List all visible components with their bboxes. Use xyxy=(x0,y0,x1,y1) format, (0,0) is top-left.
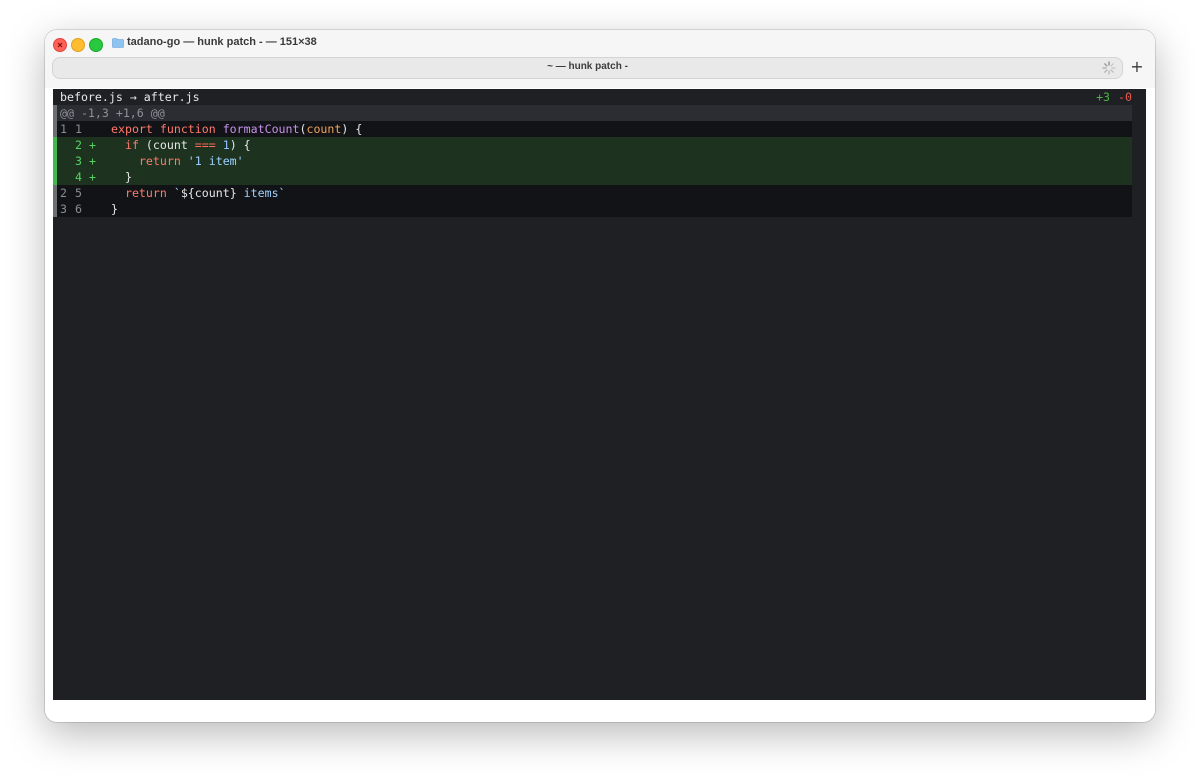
code-token: ${count} xyxy=(180,186,237,200)
code-token: 1 xyxy=(222,138,230,152)
old-line-number: 3 xyxy=(60,202,67,216)
zoom-button[interactable] xyxy=(89,38,103,52)
old-line-number: 1 xyxy=(60,122,67,136)
add-marker: + xyxy=(89,138,96,152)
title-bar: tadano-go — hunk patch - — 151×38 ~ — hu… xyxy=(45,30,1155,88)
before-file-name: before.js xyxy=(60,90,123,104)
new-line-number: 2 xyxy=(75,138,82,152)
add-marker: + xyxy=(89,170,96,184)
diff-line-context: 3 6} xyxy=(53,201,1132,217)
code-token: export xyxy=(111,122,153,136)
diff-line-context: 25 return `${count} items` xyxy=(53,185,1132,201)
code-token: === xyxy=(194,138,216,152)
code-token: count xyxy=(306,122,342,136)
code-token: if xyxy=(124,138,139,152)
window-title: tadano-go — hunk patch - — 151×38 xyxy=(127,36,317,48)
diff-line-context: 1 1 export function formatCount(count) { xyxy=(53,121,1132,137)
line-gutter xyxy=(53,153,57,169)
code-token: ) { xyxy=(341,122,363,136)
code-token: '1 item' xyxy=(187,154,244,168)
code-token: return xyxy=(124,186,167,200)
diff-line-added: 3 + return '1 item' xyxy=(53,153,1132,169)
arrow-icon: → xyxy=(129,90,137,104)
minimize-button[interactable] xyxy=(71,38,85,52)
file-names: before.js → after.js xyxy=(60,89,200,105)
new-line-number: 5 xyxy=(75,186,82,200)
line-gutter xyxy=(53,169,57,185)
code-token: ) { xyxy=(229,138,251,152)
close-icon xyxy=(57,42,63,48)
line-gutter xyxy=(53,185,57,201)
diff-line-added: 2 + if (count === 1) { xyxy=(53,137,1132,153)
diff-line-added: 4 + } xyxy=(53,169,1132,185)
code-token: ` xyxy=(173,186,181,200)
line-gutter xyxy=(53,121,57,137)
code-token: items` xyxy=(236,186,286,200)
deletions-count: -0 xyxy=(1118,90,1132,104)
line-gutter xyxy=(53,137,57,153)
new-line-number: 6 xyxy=(75,202,82,216)
additions-count: +3 xyxy=(1096,90,1111,104)
old-line-number: 2 xyxy=(60,186,67,200)
code-text: return '1 item' xyxy=(111,153,244,169)
close-button[interactable] xyxy=(53,38,67,52)
add-marker: + xyxy=(89,154,96,168)
hunk-gutter xyxy=(53,105,57,121)
code-token: } xyxy=(111,202,118,216)
code-token: formatCount xyxy=(222,122,300,136)
code-token: function xyxy=(159,122,216,136)
tab-hunk-patch[interactable]: ~ — hunk patch - xyxy=(52,57,1123,79)
hunk-header-text: @@ -1,3 +1,6 @@ xyxy=(60,106,165,120)
terminal-window: tadano-go — hunk patch - — 151×38 ~ — hu… xyxy=(45,30,1155,722)
code-token: return xyxy=(138,154,181,168)
after-file-name: after.js xyxy=(143,90,200,104)
folder-icon xyxy=(112,38,124,48)
new-tab-button[interactable]: + xyxy=(1129,59,1145,77)
line-gutter xyxy=(53,201,57,217)
code-text: if (count === 1) { xyxy=(111,137,251,153)
new-line-number: 1 xyxy=(75,122,82,136)
diff-stats: +3 -0 xyxy=(1096,89,1132,105)
code-text: return `${count} items` xyxy=(111,185,286,201)
diff-file-header: before.js → after.js +3 -0 xyxy=(53,89,1132,105)
tab-label: ~ — hunk patch - xyxy=(547,61,628,72)
new-line-number: 4 xyxy=(75,170,82,184)
code-text: } xyxy=(111,169,132,185)
new-line-number: 3 xyxy=(75,154,82,168)
code-token: } xyxy=(111,170,132,184)
code-token: (count xyxy=(138,138,195,152)
code-text: } xyxy=(111,201,118,217)
spinner-icon xyxy=(1102,61,1116,75)
hunk-header: @@ -1,3 +1,6 @@ xyxy=(53,105,1132,121)
code-text: export function formatCount(count) { xyxy=(111,121,362,137)
terminal-content[interactable]: before.js → after.js +3 -0 @@ -1,3 +1,6 @… xyxy=(53,89,1146,700)
